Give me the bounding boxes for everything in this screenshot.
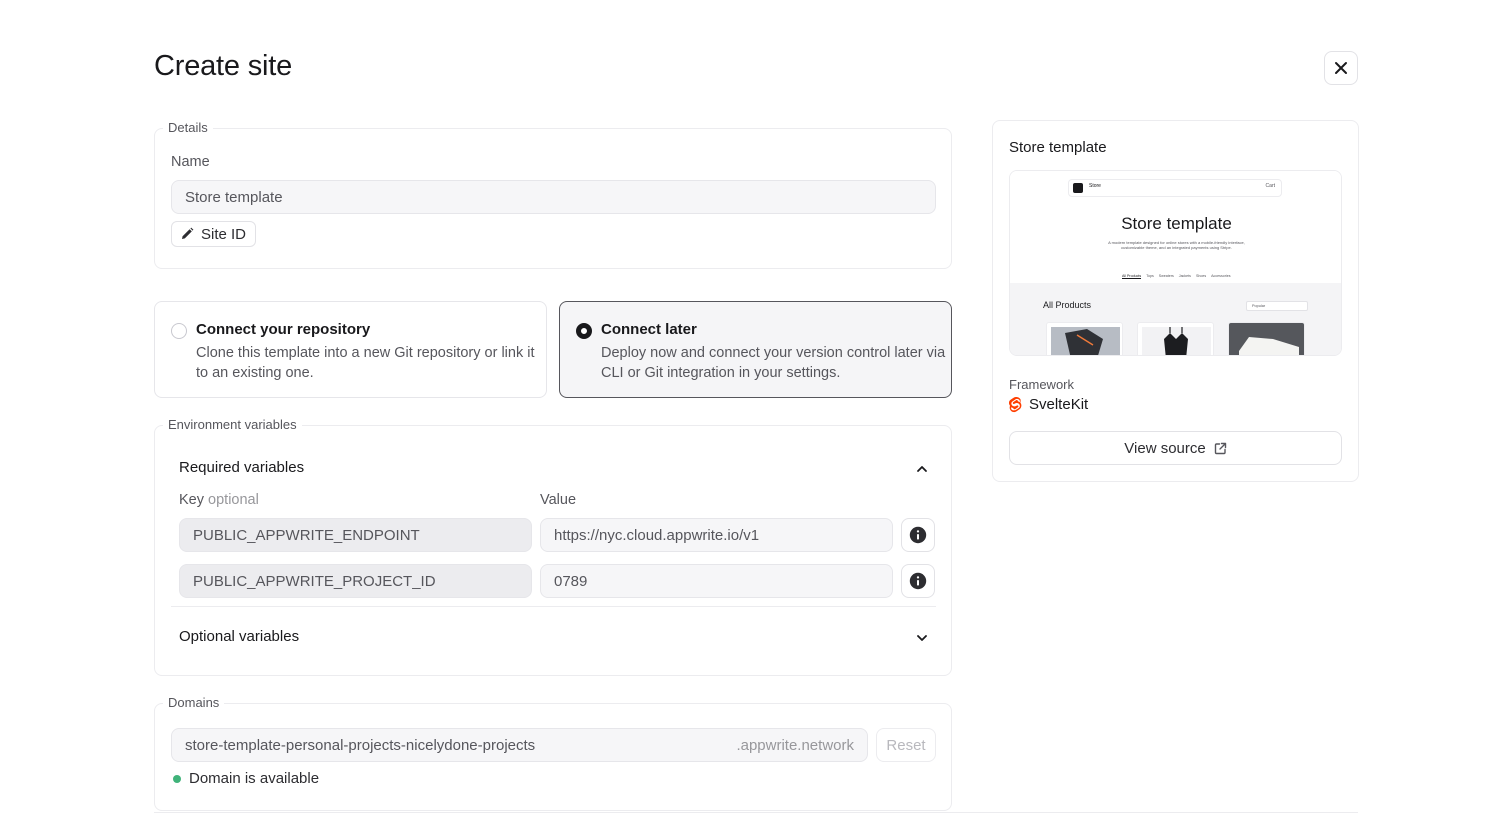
reset-label: Reset	[886, 736, 926, 754]
footer-divider	[154, 812, 1358, 813]
env-value-text: 0789	[554, 572, 588, 590]
env-info-button[interactable]	[901, 564, 935, 598]
preview-tab: Shoes	[1195, 274, 1207, 278]
env-value-input[interactable]: https://nyc.cloud.appwrite.io/v1	[540, 518, 893, 552]
env-value-text: https://nyc.cloud.appwrite.io/v1	[554, 526, 760, 544]
framework-value: SvelteKit	[1009, 396, 1088, 413]
preview-tab: Tops	[1146, 274, 1154, 278]
connect-repository-option[interactable]: Connect your repository Clone this templ…	[154, 301, 547, 398]
preview-tab: All Products	[1122, 274, 1142, 279]
optional-variables-header[interactable]: Optional variables	[179, 628, 929, 648]
domain-suffix: .appwrite.network	[736, 736, 854, 754]
environment-variables-section: Environment variables Required variables…	[154, 417, 952, 676]
option-title: Connect your repository	[196, 321, 371, 338]
details-legend: Details	[163, 120, 213, 135]
env-legend: Environment variables	[163, 417, 302, 432]
preview-product-card	[1046, 322, 1123, 355]
info-icon	[909, 526, 927, 544]
reset-button[interactable]: Reset	[876, 728, 936, 762]
site-id-button[interactable]: Site ID	[171, 221, 257, 247]
product-top-image	[1142, 327, 1211, 355]
key-column-header: Key optional	[179, 492, 259, 508]
template-card-title: Store template	[1009, 139, 1107, 156]
env-info-button[interactable]	[901, 518, 935, 552]
divider	[171, 606, 936, 607]
preview-tab: Jackets	[1178, 274, 1191, 278]
page-title: Create site	[154, 50, 293, 82]
view-source-button[interactable]: View source	[1009, 431, 1342, 465]
view-source-label: View source	[1124, 439, 1206, 457]
preview-section-title: All Products	[1043, 300, 1092, 310]
required-variables-header[interactable]: Required variables	[179, 459, 929, 479]
option-title: Connect later	[601, 321, 697, 338]
connect-later-option[interactable]: Connect later Deploy now and connect you…	[559, 301, 952, 398]
env-key-input[interactable]: PUBLIC_APPWRITE_PROJECT_ID	[179, 564, 532, 598]
domain-status: Domain is available	[173, 770, 319, 787]
key-label: Key	[179, 492, 204, 508]
framework-name: SvelteKit	[1029, 396, 1089, 413]
preview-navbar: Store Cart	[1068, 179, 1282, 197]
chevron-down-icon	[917, 635, 927, 641]
close-icon	[1335, 62, 1347, 74]
preview-logo-icon	[1073, 183, 1083, 193]
preview-heading: Store template	[1121, 214, 1232, 233]
preview-product-card	[1137, 322, 1214, 355]
product-shoe-image	[1229, 323, 1304, 355]
preview-tabs: All Products Tops Sweaters Jackets Shoes…	[1122, 274, 1231, 279]
radio-connect-later[interactable]	[576, 323, 592, 339]
external-link-icon	[1214, 442, 1226, 454]
close-button[interactable]	[1324, 51, 1358, 85]
preview-product-card	[1228, 322, 1305, 355]
info-icon	[909, 572, 927, 590]
domains-legend: Domains	[163, 695, 225, 710]
template-card: Store template Store Cart Store template…	[992, 120, 1359, 482]
pencil-icon	[182, 227, 194, 239]
preview-cart: Cart	[1265, 183, 1275, 189]
option-description: Clone this template into a new Git repos…	[196, 345, 535, 381]
domain-input-value: store-template-personal-projects-nicelyd…	[185, 736, 536, 754]
template-preview: Store Cart Store template A modern templ…	[1009, 170, 1342, 356]
env-key-value: PUBLIC_APPWRITE_PROJECT_ID	[193, 572, 436, 590]
radio-connect-repository[interactable]	[171, 323, 187, 339]
preview-sort-value: Popular	[1252, 304, 1266, 308]
svelte-icon	[1009, 396, 1022, 412]
optional-variables-title: Optional variables	[179, 628, 300, 645]
preview-sort-select: Popular	[1246, 301, 1308, 311]
value-label: Value	[540, 492, 577, 508]
option-description: Deploy now and connect your version cont…	[601, 345, 946, 381]
chevron-up-icon	[917, 466, 927, 472]
env-key-value: PUBLIC_APPWRITE_ENDPOINT	[193, 526, 420, 544]
key-optional-label: optional	[208, 492, 259, 508]
product-jacket-image	[1051, 327, 1120, 355]
status-dot	[173, 774, 181, 783]
framework-label: Framework	[1009, 377, 1075, 392]
domain-status-text: Domain is available	[189, 770, 320, 787]
name-label: Name	[171, 154, 210, 170]
details-section: Details Name Store template Site ID	[154, 120, 952, 269]
site-id-label: Site ID	[201, 225, 247, 243]
preview-brand: Store	[1089, 183, 1101, 189]
env-key-input[interactable]: PUBLIC_APPWRITE_ENDPOINT	[179, 518, 532, 552]
preview-tab: Accessories	[1211, 274, 1231, 278]
name-input-value: Store template	[185, 188, 283, 206]
name-input[interactable]: Store template	[171, 180, 936, 214]
preview-tab: Sweaters	[1158, 274, 1174, 278]
preview-subtitle: A modern template designed for online st…	[1108, 240, 1245, 250]
required-variables-title: Required variables	[179, 459, 305, 476]
domain-input[interactable]: store-template-personal-projects-nicelyd…	[171, 728, 868, 762]
env-value-input[interactable]: 0789	[540, 564, 893, 598]
domains-section: Domains store-template-personal-projects…	[154, 695, 952, 811]
